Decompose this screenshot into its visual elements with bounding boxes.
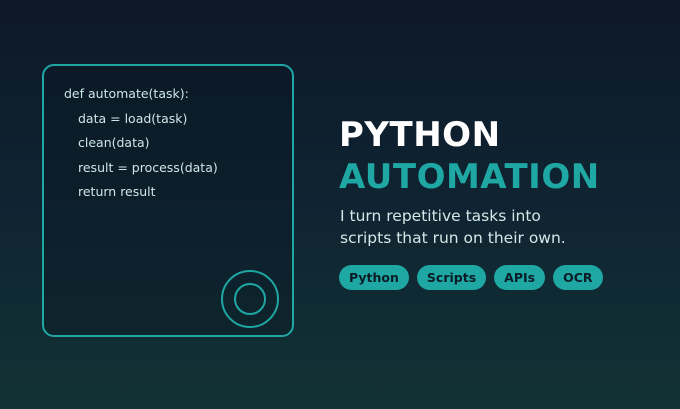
code-block: def automate(task): data = load(task) cl… [64,85,218,208]
tag-list: Python Scripts APIs OCR [339,265,603,290]
tagline-line: scripts that run on their own. [340,229,566,247]
title-python: PYTHON [339,115,501,155]
code-line: return result [78,184,156,199]
code-card: def automate(task): data = load(task) cl… [42,64,294,337]
code-line: data = load(task) [78,110,188,126]
inner-ring-icon [234,283,266,315]
circle-ring-icon [221,270,279,328]
code-line: result = process(data) [78,159,218,175]
tag-python: Python [339,265,409,290]
tagline: I turn repetitive tasks into scripts tha… [340,205,640,249]
tagline-line: I turn repetitive tasks into [340,207,541,225]
tag-scripts: Scripts [416,265,487,290]
code-line: clean(data) [78,135,150,150]
title-automation: AUTOMATION [339,157,600,197]
tag-apis: APIs [494,265,546,290]
tag-ocr: OCR [553,265,603,290]
code-line: def automate(task): [64,86,189,101]
